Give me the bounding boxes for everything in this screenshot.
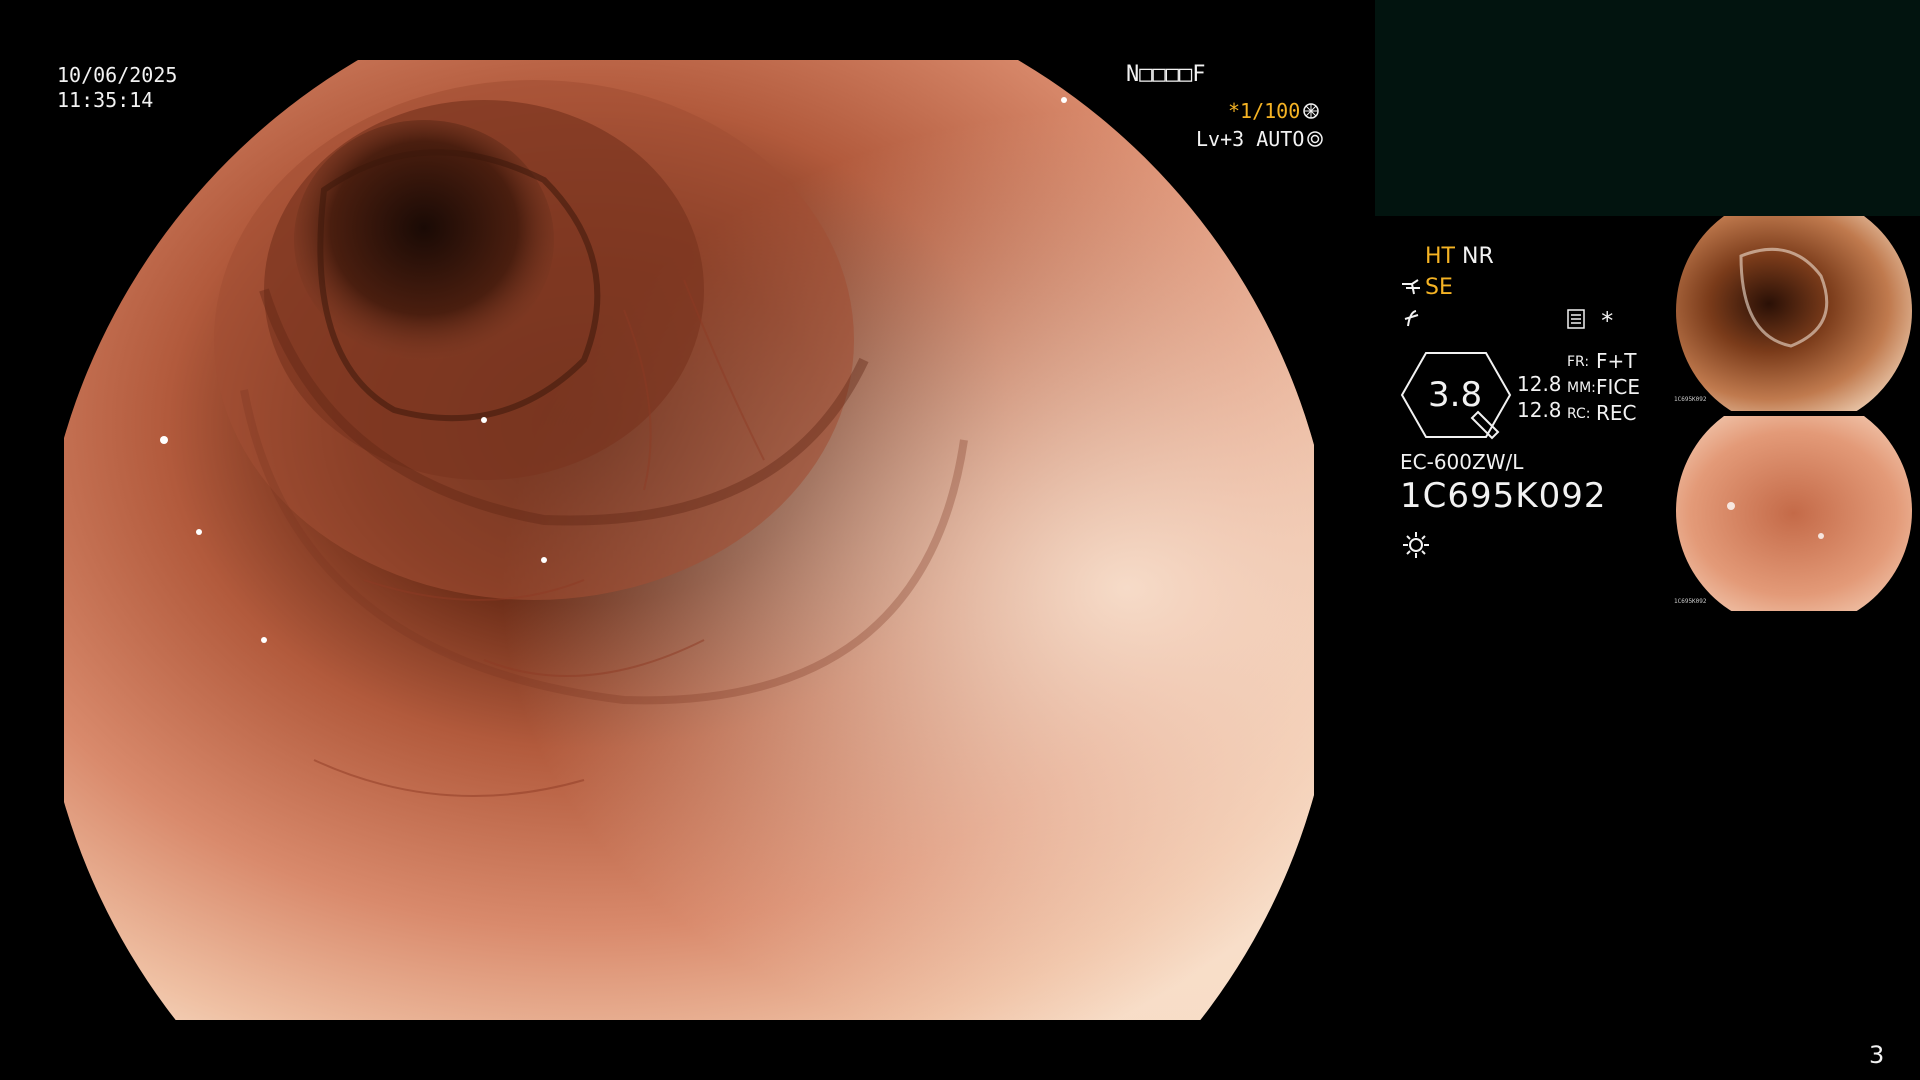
asterisk-marker: * [1600, 307, 1615, 335]
colon-lumen-image [64, 60, 1314, 1020]
scope-serial: 1C695K092 [1400, 476, 1607, 516]
nr-label: NR [1462, 244, 1494, 269]
top-right-panel [1375, 0, 1920, 216]
aperture-icon [1303, 103, 1319, 119]
main-endoscope-view [64, 60, 1314, 1020]
scope-tip-icon [1402, 279, 1420, 295]
scope-model: EC-600ZW/L [1400, 450, 1524, 474]
shutter-row: *1/100 [1228, 99, 1320, 123]
light-sun-icon [1403, 532, 1429, 558]
rc-label: RC: [1567, 406, 1591, 422]
fr-value: F+T [1596, 349, 1637, 373]
thumbnail-1-caption: 1C695K092 [1674, 396, 1707, 403]
zoom-value: 3.8 [1428, 375, 1483, 415]
rc-value: REC [1596, 401, 1637, 425]
shutter-text: *1/100 [1228, 99, 1301, 123]
fr-label: FR: [1567, 354, 1590, 370]
level-row: Lv+3 AUTO [1196, 127, 1324, 151]
value-2: 12.8 [1517, 398, 1562, 422]
ht-label: HT [1425, 244, 1455, 269]
thumbnail-2-image [1676, 416, 1912, 611]
time-text: 11:35:14 [57, 88, 154, 112]
page-number: 3 [1869, 1041, 1885, 1069]
thumbnail-1-image [1676, 216, 1912, 411]
mm-label: MM: [1567, 380, 1596, 396]
iris-icon [1307, 131, 1324, 147]
thumbnail-1[interactable]: 1C695K092 [1671, 216, 1916, 411]
function-icon [1404, 310, 1419, 327]
se-label: SE [1425, 275, 1453, 300]
thumbnail-2[interactable]: 1C695K092 [1671, 416, 1916, 611]
mm-value: FICE [1596, 375, 1641, 399]
thumbnail-2-caption: 1C695K092 [1674, 598, 1707, 605]
mode-code: N□□□□F [1126, 62, 1206, 87]
value-1: 12.8 [1517, 372, 1562, 396]
memo-icon [1567, 309, 1585, 329]
zoom-gauge: 3.8 [1400, 350, 1512, 440]
date-text: 10/06/2025 [57, 63, 178, 87]
level-text: Lv+3 AUTO [1196, 127, 1305, 151]
